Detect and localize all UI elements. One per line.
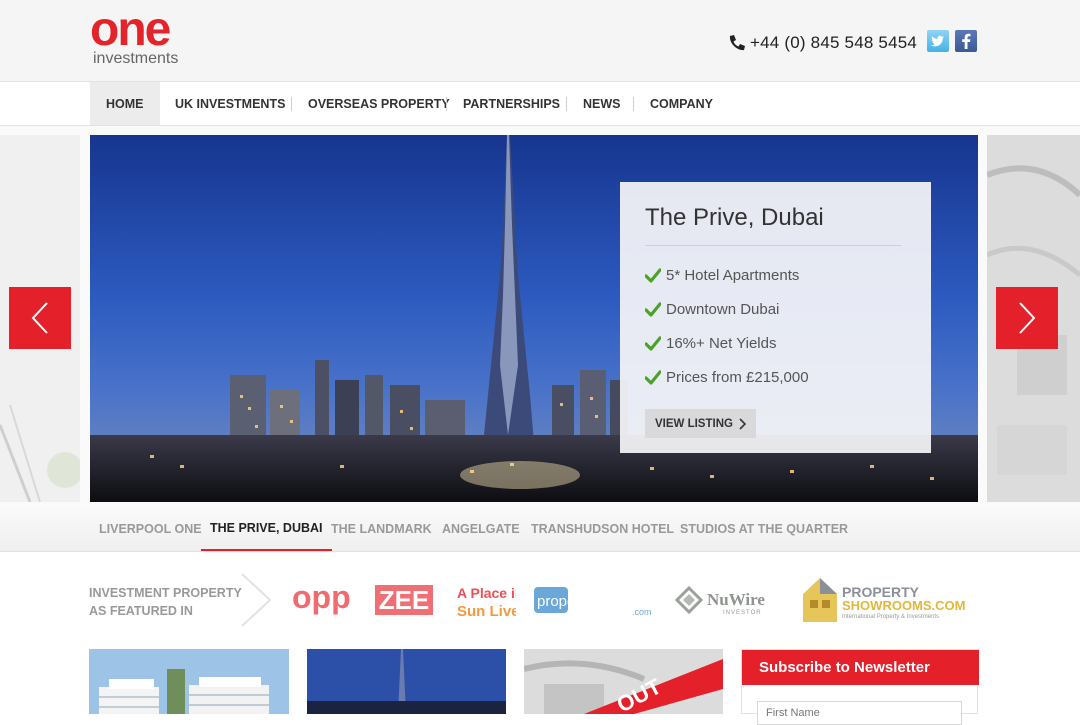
nuwire-logo-sub: INVESTOR (723, 610, 762, 616)
nav-divider (566, 97, 567, 111)
logo-main-text: one (90, 3, 171, 56)
featured-in-strip: INVESTMENT PROPERTY AS FEATURED IN opp Z… (0, 552, 1080, 648)
nav-divider (446, 97, 447, 111)
nav-divider (633, 97, 634, 111)
property-showrooms-text-2: SHOWROOMS.COM (842, 598, 966, 613)
view-listing-label: VIEW LISTING (655, 417, 733, 430)
feature-item: 5* Hotel Apartments (645, 265, 799, 285)
aplace-logo-text-1: A Place in (457, 585, 516, 601)
featured-label-line-2: AS FEATURED IN (89, 604, 193, 618)
newsletter-box: Subscribe to Newsletter (741, 649, 979, 725)
slide-tabs: LIVERPOOL ONE THE PRIVE, DUBAI THE LANDM… (0, 506, 1080, 552)
nuwire-logo[interactable]: NuWire INVESTOR (675, 586, 779, 616)
feature-item: 16%+ Net Yields (645, 333, 777, 353)
chevron-left-icon (31, 302, 48, 334)
nav-item-company[interactable]: COMPANY (650, 82, 713, 125)
twitter-icon[interactable] (927, 30, 949, 52)
newsletter-title: Subscribe to Newsletter (742, 650, 979, 685)
nav-divider (291, 97, 292, 111)
phone-contact: +44 (0) 845 548 5454 (726, 32, 917, 54)
featured-in-label: INVESTMENT PROPERTY AS FEATURED IN (89, 584, 242, 620)
phone-number[interactable]: +44 (0) 845 548 5454 (750, 33, 917, 53)
feature-item: Prices from £215,000 (645, 367, 809, 387)
site-logo[interactable]: one investments (90, 6, 200, 72)
main-nav: HOME UK INVESTMENTS OVERSEAS PROPERTY PA… (0, 82, 1080, 126)
chevron-right-icon (241, 573, 272, 627)
tab-the-prive-dubai[interactable]: THE PRIVE, DUBAI (201, 506, 332, 551)
feature-text: 5* Hotel Apartments (666, 266, 800, 284)
facebook-icon[interactable] (955, 30, 977, 52)
nav-item-news[interactable]: NEWS (583, 82, 621, 125)
tab-liverpool-one[interactable]: LIVERPOOL ONE (99, 506, 202, 551)
zee-logo-text: ZEE (379, 585, 430, 615)
check-icon (645, 268, 661, 283)
phone-icon (729, 35, 745, 51)
opp-logo[interactable]: opp (292, 582, 352, 616)
property-card-image[interactable] (89, 649, 289, 714)
chevron-right-icon (1019, 302, 1036, 334)
chevron-right-icon (739, 417, 746, 430)
property-card-image[interactable]: OUT (524, 649, 723, 714)
first-name-input[interactable] (757, 701, 962, 725)
listing-info-box: The Prive, Dubai 5* Hotel Apartments Dow… (620, 182, 931, 453)
property-card-image[interactable] (307, 649, 506, 714)
hero-slide-image: The Prive, Dubai 5* Hotel Apartments Dow… (90, 135, 978, 502)
property-abroad-logo-sub: .com (632, 607, 652, 617)
nav-item-uk-investments[interactable]: UK INVESTMENTS (175, 82, 285, 125)
slider-prev-button[interactable] (9, 287, 71, 349)
logo-sub-text: investments (93, 50, 179, 67)
feature-text: Prices from £215,000 (666, 368, 809, 386)
tab-the-landmark[interactable]: THE LANDMARK (331, 506, 432, 551)
tab-angelgate[interactable]: ANGELGATE (442, 506, 520, 551)
tab-studios-at-the-quarter[interactable]: STUDIOS AT THE QUARTER (680, 506, 848, 551)
check-icon (645, 370, 661, 385)
opp-logo-text: opp (292, 582, 351, 615)
property-showrooms-sub: International Property & Investments (842, 614, 939, 620)
tab-transhudson-hotel[interactable]: TRANSHUDSON HOTEL (531, 506, 674, 551)
property-abroad-logo[interactable]: property-abroad .com (534, 584, 656, 618)
site-header: one investments +44 (0) 845 548 5454 (0, 0, 1080, 82)
slider-next-button[interactable] (996, 287, 1058, 349)
nav-item-overseas-property[interactable]: OVERSEAS PROPERTY (308, 82, 450, 125)
feature-item: Downtown Dubai (645, 299, 779, 319)
check-icon (645, 302, 661, 317)
hero-slider: The Prive, Dubai 5* Hotel Apartments Dow… (0, 126, 1080, 506)
view-listing-button[interactable]: VIEW LISTING (645, 409, 756, 438)
aplace-logo-text-2: Sun Live (457, 603, 516, 619)
feature-text: 16%+ Net Yields (666, 334, 777, 352)
nuwire-logo-text: NuWire (707, 590, 765, 609)
feature-text: Downtown Dubai (666, 300, 780, 318)
a-place-in-the-sun-logo[interactable]: A Place in Sun Live (456, 583, 516, 619)
zee-logo[interactable]: ZEE (375, 585, 435, 615)
property-abroad-logo-text: property-abroad (537, 593, 644, 610)
nav-item-home[interactable]: HOME (90, 82, 160, 125)
featured-label-line-1: INVESTMENT PROPERTY (89, 586, 242, 600)
nav-item-partnerships[interactable]: PARTNERSHIPS (463, 82, 560, 125)
divider (645, 245, 901, 246)
property-showrooms-logo[interactable]: PROPERTY SHOWROOMS.COM International Pro… (802, 576, 968, 626)
listing-title: The Prive, Dubai (645, 204, 824, 231)
check-icon (645, 336, 661, 351)
